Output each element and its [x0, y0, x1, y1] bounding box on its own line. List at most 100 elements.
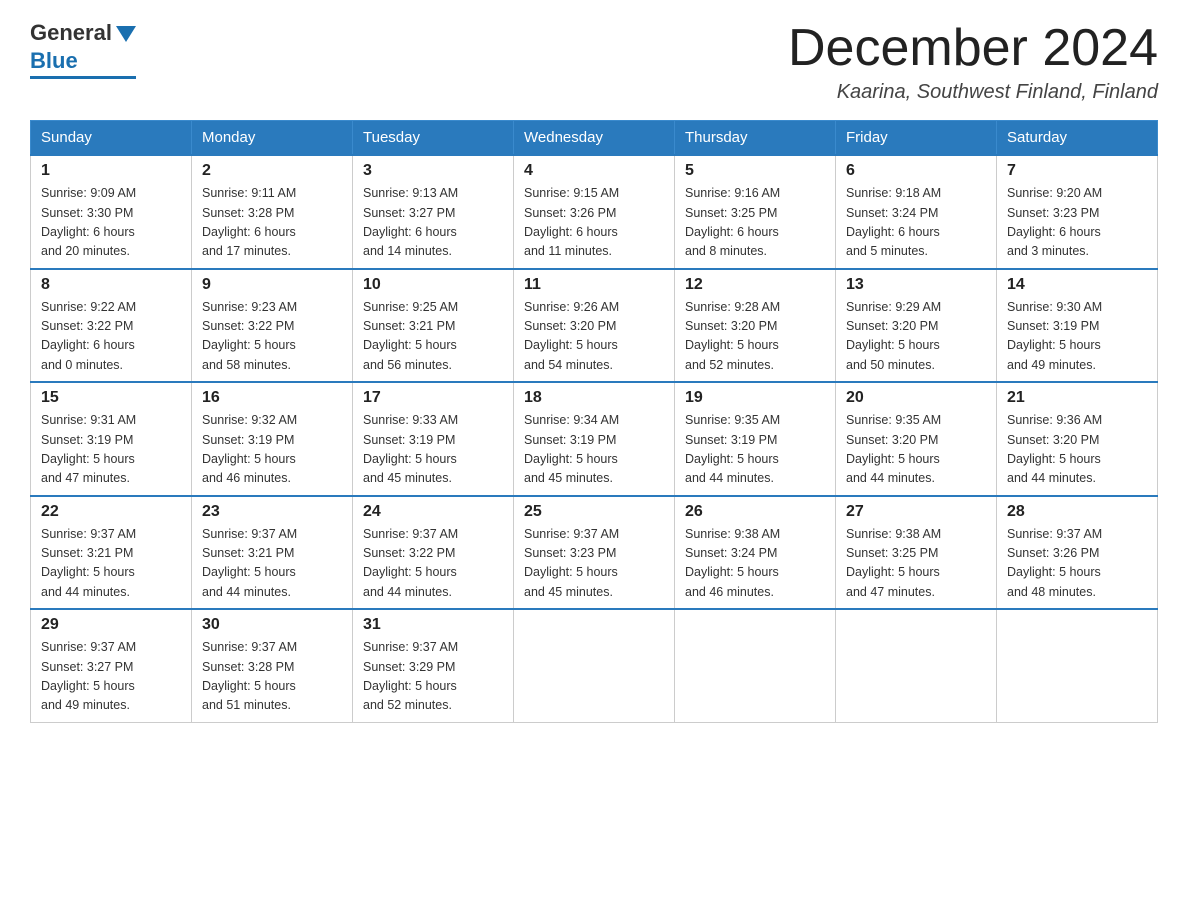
day-info: Sunrise: 9:28 AM Sunset: 3:20 PM Dayligh… — [685, 298, 825, 376]
day-number: 27 — [846, 503, 986, 521]
day-number: 17 — [363, 389, 503, 407]
day-number: 4 — [524, 162, 664, 180]
table-row: 2 Sunrise: 9:11 AM Sunset: 3:28 PM Dayli… — [192, 155, 353, 269]
day-number: 5 — [685, 162, 825, 180]
col-monday: Monday — [192, 121, 353, 156]
day-number: 2 — [202, 162, 342, 180]
day-number: 25 — [524, 503, 664, 521]
day-number: 18 — [524, 389, 664, 407]
day-info: Sunrise: 9:09 AM Sunset: 3:30 PM Dayligh… — [41, 184, 181, 262]
day-number: 9 — [202, 276, 342, 294]
table-row: 15 Sunrise: 9:31 AM Sunset: 3:19 PM Dayl… — [31, 382, 192, 496]
logo-blue-text: Blue — [30, 48, 78, 73]
col-friday: Friday — [836, 121, 997, 156]
table-row: 31 Sunrise: 9:37 AM Sunset: 3:29 PM Dayl… — [353, 609, 514, 722]
day-number: 6 — [846, 162, 986, 180]
table-row — [514, 609, 675, 722]
day-info: Sunrise: 9:16 AM Sunset: 3:25 PM Dayligh… — [685, 184, 825, 262]
day-number: 10 — [363, 276, 503, 294]
table-row: 9 Sunrise: 9:23 AM Sunset: 3:22 PM Dayli… — [192, 269, 353, 383]
table-row: 30 Sunrise: 9:37 AM Sunset: 3:28 PM Dayl… — [192, 609, 353, 722]
day-number: 22 — [41, 503, 181, 521]
day-info: Sunrise: 9:35 AM Sunset: 3:20 PM Dayligh… — [846, 411, 986, 489]
day-number: 30 — [202, 616, 342, 634]
table-row: 29 Sunrise: 9:37 AM Sunset: 3:27 PM Dayl… — [31, 609, 192, 722]
table-row: 1 Sunrise: 9:09 AM Sunset: 3:30 PM Dayli… — [31, 155, 192, 269]
day-number: 1 — [41, 162, 181, 180]
table-row: 24 Sunrise: 9:37 AM Sunset: 3:22 PM Dayl… — [353, 496, 514, 610]
table-row: 5 Sunrise: 9:16 AM Sunset: 3:25 PM Dayli… — [675, 155, 836, 269]
day-number: 21 — [1007, 389, 1147, 407]
table-row: 26 Sunrise: 9:38 AM Sunset: 3:24 PM Dayl… — [675, 496, 836, 610]
table-row: 16 Sunrise: 9:32 AM Sunset: 3:19 PM Dayl… — [192, 382, 353, 496]
day-info: Sunrise: 9:25 AM Sunset: 3:21 PM Dayligh… — [363, 298, 503, 376]
day-info: Sunrise: 9:20 AM Sunset: 3:23 PM Dayligh… — [1007, 184, 1147, 262]
logo-triangle-icon — [116, 26, 136, 42]
day-info: Sunrise: 9:18 AM Sunset: 3:24 PM Dayligh… — [846, 184, 986, 262]
table-row: 6 Sunrise: 9:18 AM Sunset: 3:24 PM Dayli… — [836, 155, 997, 269]
col-thursday: Thursday — [675, 121, 836, 156]
calendar-week-row: 1 Sunrise: 9:09 AM Sunset: 3:30 PM Dayli… — [31, 155, 1158, 269]
day-info: Sunrise: 9:37 AM Sunset: 3:28 PM Dayligh… — [202, 638, 342, 716]
table-row: 10 Sunrise: 9:25 AM Sunset: 3:21 PM Dayl… — [353, 269, 514, 383]
day-info: Sunrise: 9:37 AM Sunset: 3:29 PM Dayligh… — [363, 638, 503, 716]
day-number: 8 — [41, 276, 181, 294]
day-info: Sunrise: 9:33 AM Sunset: 3:19 PM Dayligh… — [363, 411, 503, 489]
day-number: 31 — [363, 616, 503, 634]
day-number: 3 — [363, 162, 503, 180]
table-row — [675, 609, 836, 722]
day-info: Sunrise: 9:15 AM Sunset: 3:26 PM Dayligh… — [524, 184, 664, 262]
table-row: 20 Sunrise: 9:35 AM Sunset: 3:20 PM Dayl… — [836, 382, 997, 496]
day-number: 28 — [1007, 503, 1147, 521]
day-info: Sunrise: 9:32 AM Sunset: 3:19 PM Dayligh… — [202, 411, 342, 489]
day-info: Sunrise: 9:37 AM Sunset: 3:23 PM Dayligh… — [524, 525, 664, 603]
day-number: 24 — [363, 503, 503, 521]
table-row: 19 Sunrise: 9:35 AM Sunset: 3:19 PM Dayl… — [675, 382, 836, 496]
day-info: Sunrise: 9:35 AM Sunset: 3:19 PM Dayligh… — [685, 411, 825, 489]
day-info: Sunrise: 9:37 AM Sunset: 3:22 PM Dayligh… — [363, 525, 503, 603]
table-row: 23 Sunrise: 9:37 AM Sunset: 3:21 PM Dayl… — [192, 496, 353, 610]
logo-general-text: General — [30, 20, 112, 46]
calendar-week-row: 8 Sunrise: 9:22 AM Sunset: 3:22 PM Dayli… — [31, 269, 1158, 383]
day-info: Sunrise: 9:11 AM Sunset: 3:28 PM Dayligh… — [202, 184, 342, 262]
table-row: 11 Sunrise: 9:26 AM Sunset: 3:20 PM Dayl… — [514, 269, 675, 383]
table-row: 8 Sunrise: 9:22 AM Sunset: 3:22 PM Dayli… — [31, 269, 192, 383]
day-number: 14 — [1007, 276, 1147, 294]
table-row: 25 Sunrise: 9:37 AM Sunset: 3:23 PM Dayl… — [514, 496, 675, 610]
title-block: December 2024 Kaarina, Southwest Finland… — [788, 20, 1158, 104]
table-row: 14 Sunrise: 9:30 AM Sunset: 3:19 PM Dayl… — [997, 269, 1158, 383]
day-info: Sunrise: 9:37 AM Sunset: 3:26 PM Dayligh… — [1007, 525, 1147, 603]
logo: General Blue — [30, 20, 136, 79]
table-row: 27 Sunrise: 9:38 AM Sunset: 3:25 PM Dayl… — [836, 496, 997, 610]
calendar-week-row: 22 Sunrise: 9:37 AM Sunset: 3:21 PM Dayl… — [31, 496, 1158, 610]
day-info: Sunrise: 9:30 AM Sunset: 3:19 PM Dayligh… — [1007, 298, 1147, 376]
col-tuesday: Tuesday — [353, 121, 514, 156]
day-info: Sunrise: 9:23 AM Sunset: 3:22 PM Dayligh… — [202, 298, 342, 376]
logo-text: General — [30, 20, 136, 46]
table-row: 17 Sunrise: 9:33 AM Sunset: 3:19 PM Dayl… — [353, 382, 514, 496]
calendar-header-row: Sunday Monday Tuesday Wednesday Thursday… — [31, 121, 1158, 156]
day-number: 16 — [202, 389, 342, 407]
table-row: 13 Sunrise: 9:29 AM Sunset: 3:20 PM Dayl… — [836, 269, 997, 383]
table-row — [997, 609, 1158, 722]
day-info: Sunrise: 9:38 AM Sunset: 3:25 PM Dayligh… — [846, 525, 986, 603]
calendar-week-row: 15 Sunrise: 9:31 AM Sunset: 3:19 PM Dayl… — [31, 382, 1158, 496]
calendar-week-row: 29 Sunrise: 9:37 AM Sunset: 3:27 PM Dayl… — [31, 609, 1158, 722]
day-number: 7 — [1007, 162, 1147, 180]
page-header: General Blue December 2024 Kaarina, Sout… — [30, 20, 1158, 104]
table-row: 12 Sunrise: 9:28 AM Sunset: 3:20 PM Dayl… — [675, 269, 836, 383]
col-wednesday: Wednesday — [514, 121, 675, 156]
table-row: 21 Sunrise: 9:36 AM Sunset: 3:20 PM Dayl… — [997, 382, 1158, 496]
day-info: Sunrise: 9:22 AM Sunset: 3:22 PM Dayligh… — [41, 298, 181, 376]
day-info: Sunrise: 9:26 AM Sunset: 3:20 PM Dayligh… — [524, 298, 664, 376]
day-info: Sunrise: 9:13 AM Sunset: 3:27 PM Dayligh… — [363, 184, 503, 262]
day-info: Sunrise: 9:38 AM Sunset: 3:24 PM Dayligh… — [685, 525, 825, 603]
calendar-table: Sunday Monday Tuesday Wednesday Thursday… — [30, 120, 1158, 723]
day-info: Sunrise: 9:31 AM Sunset: 3:19 PM Dayligh… — [41, 411, 181, 489]
day-number: 26 — [685, 503, 825, 521]
day-info: Sunrise: 9:37 AM Sunset: 3:21 PM Dayligh… — [41, 525, 181, 603]
col-saturday: Saturday — [997, 121, 1158, 156]
table-row: 22 Sunrise: 9:37 AM Sunset: 3:21 PM Dayl… — [31, 496, 192, 610]
table-row — [836, 609, 997, 722]
location-title: Kaarina, Southwest Finland, Finland — [788, 81, 1158, 104]
